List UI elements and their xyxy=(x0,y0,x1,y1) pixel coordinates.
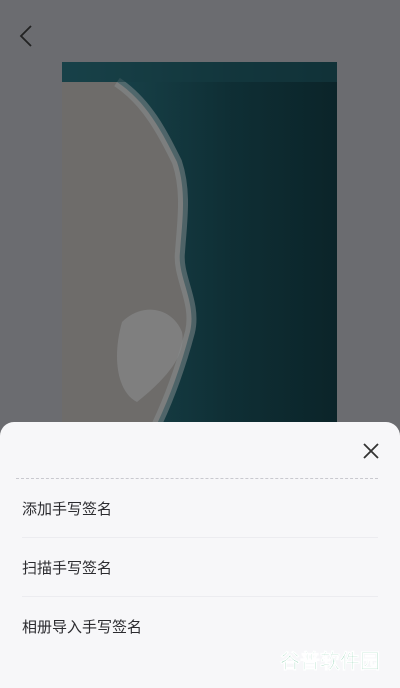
watermark-logo: 谷普软件园 xyxy=(280,649,381,674)
close-button[interactable] xyxy=(358,438,384,464)
signature-options-menu: 添加手写签名 扫描手写签名 相册导入手写签名 xyxy=(0,479,400,655)
menu-item-label: 扫描手写签名 xyxy=(22,558,113,577)
background-photo xyxy=(62,62,337,424)
chevron-left-icon xyxy=(19,25,32,47)
menu-item-label: 相册导入手写签名 xyxy=(22,617,143,636)
add-handwritten-signature-item[interactable]: 添加手写签名 xyxy=(22,479,378,538)
watermark-text: 谷普软件园 xyxy=(280,649,380,673)
menu-item-label: 添加手写签名 xyxy=(22,499,113,518)
close-icon xyxy=(363,443,379,459)
scan-handwritten-signature-item[interactable]: 扫描手写签名 xyxy=(22,538,378,597)
back-button[interactable] xyxy=(12,22,40,50)
bottom-sheet: 添加手写签名 扫描手写签名 相册导入手写签名 谷普软件园 xyxy=(0,422,400,688)
